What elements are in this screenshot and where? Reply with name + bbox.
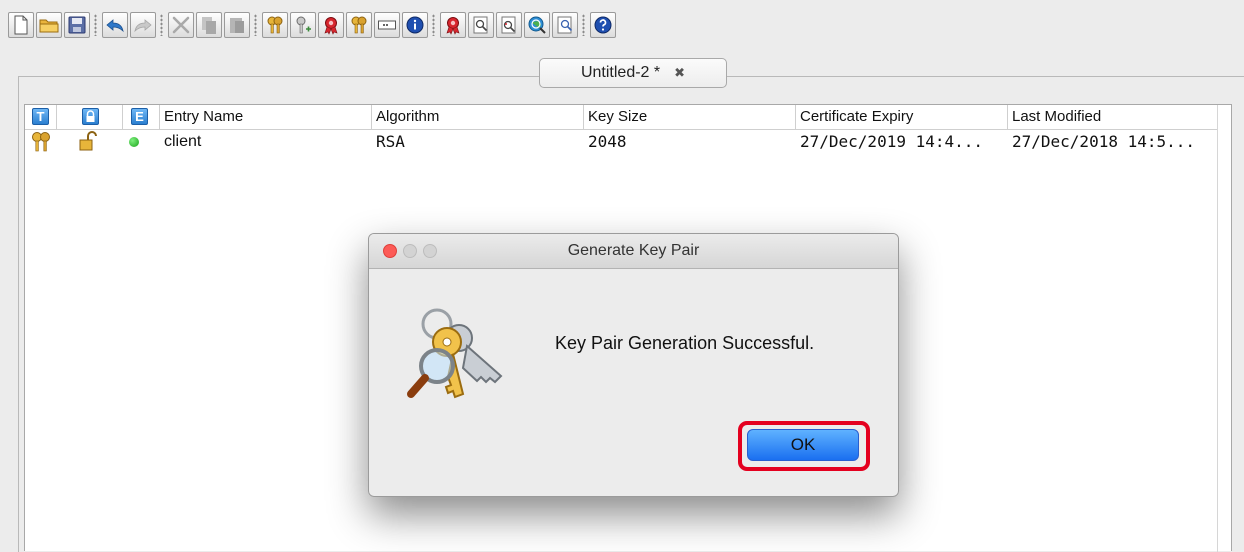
paste-icon bbox=[230, 18, 244, 33]
examine-certificate-button[interactable] bbox=[440, 12, 466, 38]
open-keystore-button[interactable] bbox=[36, 12, 62, 38]
save-keystore-button[interactable] bbox=[64, 12, 90, 38]
examine-clipboard-button[interactable] bbox=[552, 12, 578, 38]
redo-arrow-icon bbox=[134, 19, 152, 33]
key-pair-import-icon bbox=[351, 16, 367, 34]
redo-button[interactable] bbox=[130, 12, 156, 38]
ok-button[interactable]: OK bbox=[747, 429, 859, 461]
type-column-icon: T bbox=[32, 108, 49, 125]
scrollbar-track[interactable] bbox=[1217, 105, 1218, 552]
tab-untitled-2[interactable]: Untitled-2 * ✖ bbox=[539, 58, 727, 88]
paste-button[interactable] bbox=[224, 12, 250, 38]
info-icon bbox=[406, 16, 424, 34]
cell-expiry-status bbox=[123, 130, 160, 154]
column-header-last-modified[interactable]: Last Modified bbox=[1008, 105, 1217, 129]
cell-entry-name: client bbox=[164, 133, 202, 150]
column-header-key-size[interactable]: Key Size bbox=[584, 105, 796, 129]
key-pair-icon bbox=[267, 16, 283, 34]
cell-type bbox=[25, 130, 57, 154]
tab-label: Untitled-2 * bbox=[580, 64, 661, 81]
help-button[interactable] bbox=[590, 12, 616, 38]
column-header-expiry-status[interactable]: E bbox=[123, 105, 160, 129]
dialog-titlebar[interactable]: Generate Key Pair bbox=[369, 234, 898, 269]
import-trusted-certificate-button[interactable] bbox=[318, 12, 344, 38]
properties-button[interactable] bbox=[402, 12, 428, 38]
password-field-icon bbox=[378, 20, 396, 30]
examine-crl-button[interactable] bbox=[496, 12, 522, 38]
column-header-lock[interactable] bbox=[57, 105, 123, 129]
keys-magnifier-icon bbox=[407, 308, 503, 399]
examine-ssl-button[interactable] bbox=[524, 12, 550, 38]
lock-column-icon bbox=[82, 108, 99, 125]
toolbar-separator bbox=[160, 14, 163, 36]
help-icon bbox=[594, 16, 612, 34]
padlock-icon bbox=[86, 110, 95, 122]
copy-icon bbox=[202, 17, 216, 34]
floppy-disk-icon bbox=[68, 16, 86, 34]
unlocked-padlock-icon bbox=[79, 131, 97, 151]
column-header-entry-name[interactable]: Entry Name bbox=[160, 105, 372, 129]
copy-button[interactable] bbox=[196, 12, 222, 38]
table-header: T E Entry Name Algorithm Key Size Certif… bbox=[25, 105, 1217, 130]
undo-button[interactable] bbox=[102, 12, 128, 38]
column-header-type[interactable]: T bbox=[25, 105, 57, 129]
toolbar-separator bbox=[582, 14, 585, 36]
expiry-column-icon: E bbox=[131, 108, 148, 125]
cell-lock bbox=[57, 130, 123, 154]
key-pair-icon bbox=[32, 132, 50, 152]
new-keystore-button[interactable] bbox=[8, 12, 34, 38]
clipboard-magnifier-icon bbox=[557, 16, 573, 34]
certificate-ribbon-icon bbox=[324, 17, 338, 35]
certificate-examine-icon bbox=[446, 17, 460, 35]
dialog-title: Generate Key Pair bbox=[567, 242, 700, 259]
green-dot-icon bbox=[129, 137, 139, 147]
examine-csr-button[interactable] bbox=[468, 12, 494, 38]
column-header-algorithm[interactable]: Algorithm bbox=[372, 105, 584, 129]
toolbar-separator bbox=[254, 14, 257, 36]
toolbar-separator bbox=[94, 14, 97, 36]
cut-button[interactable] bbox=[168, 12, 194, 38]
generate-secret-key-button[interactable] bbox=[290, 12, 316, 38]
cell-key-size: 2048 bbox=[588, 132, 627, 151]
set-password-button[interactable] bbox=[374, 12, 400, 38]
window-zoom-button[interactable] bbox=[423, 244, 437, 258]
generate-key-pair-button[interactable] bbox=[262, 12, 288, 38]
cell-certificate-expiry: 27/Dec/2019 14:4... bbox=[800, 132, 984, 151]
toolbar bbox=[0, 0, 1244, 44]
window-minimize-button[interactable] bbox=[403, 244, 417, 258]
new-document-icon bbox=[14, 15, 28, 35]
import-key-pair-button[interactable] bbox=[346, 12, 372, 38]
toolbar-separator bbox=[432, 14, 435, 36]
generate-key-pair-dialog: Generate Key Pair Key Pair Generation Su… bbox=[368, 233, 899, 497]
tab-close-icon[interactable]: ✖ bbox=[674, 65, 685, 81]
key-plus-icon bbox=[296, 16, 311, 34]
window-close-button[interactable] bbox=[383, 244, 397, 258]
column-header-certificate-expiry[interactable]: Certificate Expiry bbox=[796, 105, 1008, 129]
dialog-message: Key Pair Generation Successful. bbox=[555, 333, 815, 353]
table-row[interactable]: client RSA 2048 27/Dec/2019 14:4... 27/D… bbox=[25, 130, 1217, 154]
scissors-icon bbox=[172, 16, 190, 34]
magnifier-list-icon bbox=[501, 16, 516, 34]
cell-algorithm: RSA bbox=[376, 132, 405, 151]
folder-open-icon bbox=[39, 19, 59, 33]
cell-last-modified: 27/Dec/2018 14:5... bbox=[1012, 132, 1196, 151]
magnifier-document-icon bbox=[473, 16, 488, 34]
globe-magnifier-icon bbox=[528, 16, 546, 34]
undo-arrow-icon bbox=[106, 19, 124, 33]
